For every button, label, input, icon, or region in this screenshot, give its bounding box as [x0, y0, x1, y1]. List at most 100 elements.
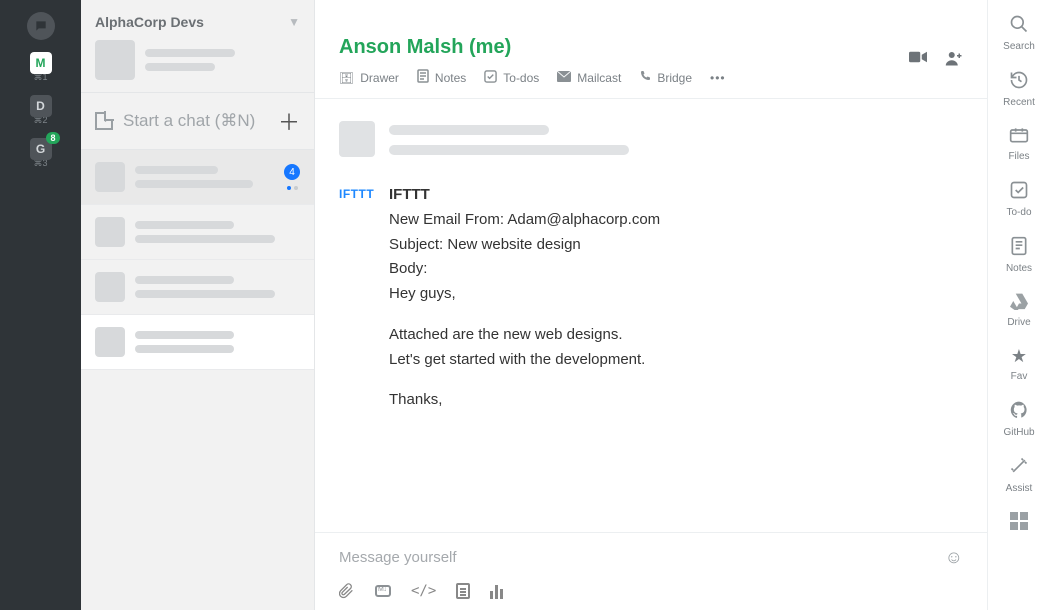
- message-ifttt: IFTTT IFTTT New Email From: Adam@alphaco…: [339, 183, 963, 413]
- rail-label: Files: [1008, 151, 1029, 162]
- tab-label: Bridge: [657, 71, 692, 85]
- notes-icon: [1010, 236, 1028, 259]
- tab-label: Notes: [435, 71, 466, 85]
- tab-mailcast[interactable]: Mailcast: [557, 71, 621, 85]
- workspace-switch-2[interactable]: D ⌘2: [30, 95, 52, 126]
- message-list: IFTTT IFTTT New Email From: Adam@alphaco…: [315, 99, 987, 532]
- start-chat-label: Start a chat (⌘N): [123, 111, 255, 131]
- conversation-header: Anson Malsh (me) 🗄 Drawer Notes: [315, 0, 987, 99]
- workspace-unread-badge: 8: [46, 132, 59, 144]
- rail-label: GitHub: [1003, 427, 1034, 438]
- star-icon: ★: [1011, 346, 1027, 367]
- app-bar: M ⌘1 D ⌘2 G 8 ⌘3: [0, 0, 81, 610]
- message-line: New Email From: Adam@alphacorp.com: [389, 208, 660, 233]
- rail-drive[interactable]: Drive: [1007, 292, 1030, 328]
- chat-list-item[interactable]: [81, 205, 314, 260]
- composer-input[interactable]: [339, 549, 838, 566]
- chat-list-item[interactable]: 4: [81, 150, 314, 205]
- avatar: [95, 217, 125, 247]
- emoji-picker-icon[interactable]: ☺: [945, 547, 963, 568]
- workspace-letter: G: [36, 142, 45, 156]
- rail-notes[interactable]: Notes: [1006, 236, 1032, 274]
- markdown-icon[interactable]: [375, 585, 391, 597]
- phone-icon: [639, 70, 651, 85]
- tab-bridge[interactable]: Bridge: [639, 70, 692, 85]
- unread-badge: 4: [284, 164, 300, 180]
- workspace-name: AlphaCorp Devs: [95, 14, 204, 30]
- tool-rail: Search Recent Files To-do Notes Drive ★ …: [987, 0, 1050, 610]
- drawer-icon: 🗄: [339, 71, 354, 85]
- magic-wand-icon: [1009, 456, 1029, 479]
- more-tabs-button[interactable]: •••: [710, 71, 726, 85]
- workspace-header[interactable]: AlphaCorp Devs ▼: [81, 0, 314, 36]
- tab-label: Mailcast: [577, 71, 621, 85]
- video-call-icon[interactable]: [909, 50, 927, 71]
- rail-label: Recent: [1003, 97, 1035, 108]
- rail-github[interactable]: GitHub: [1003, 400, 1034, 438]
- conversation-tabs: 🗄 Drawer Notes To-dos Mailcast: [339, 69, 963, 86]
- message-skeleton: [339, 121, 963, 157]
- poll-icon[interactable]: [490, 583, 503, 599]
- drive-icon: [1009, 292, 1029, 313]
- workspace-letter: M: [36, 56, 46, 70]
- app-logo-icon[interactable]: [27, 12, 55, 40]
- rail-label: Fav: [1011, 371, 1028, 382]
- document-icon[interactable]: [456, 583, 470, 599]
- message-body: IFTTT New Email From: Adam@alphacorp.com…: [389, 183, 660, 413]
- start-chat-button[interactable]: Start a chat (⌘N) ＋: [81, 93, 314, 150]
- message-sender: IFTTT: [389, 183, 660, 208]
- notes-icon: [417, 69, 429, 86]
- presence-dots-icon: [287, 186, 298, 190]
- github-icon: [1009, 400, 1029, 423]
- chat-list: 4: [81, 150, 314, 610]
- chevron-down-icon: ▼: [288, 15, 300, 29]
- todo-icon: [1009, 180, 1029, 203]
- tab-notes[interactable]: Notes: [417, 69, 466, 86]
- rail-recent[interactable]: Recent: [1003, 70, 1035, 108]
- rail-label: Assist: [1006, 483, 1033, 494]
- workspace-switch-3[interactable]: G 8 ⌘3: [30, 138, 52, 169]
- message-line: Subject: New website design: [389, 233, 660, 258]
- mail-icon: [557, 71, 571, 85]
- rail-label: Drive: [1007, 317, 1030, 328]
- avatar: [95, 327, 125, 357]
- plus-icon[interactable]: ＋: [278, 105, 300, 137]
- conversation-pane: Anson Malsh (me) 🗄 Drawer Notes: [315, 0, 987, 610]
- chat-list-item[interactable]: [81, 260, 314, 315]
- workspace-letter: D: [36, 99, 45, 113]
- chat-list-item[interactable]: [81, 315, 314, 370]
- message-line: Hey guys,: [389, 282, 660, 307]
- compose-icon: [95, 112, 113, 130]
- avatar: [95, 272, 125, 302]
- current-channel-preview: [81, 36, 314, 93]
- rail-apps-grid[interactable]: [1010, 512, 1028, 530]
- history-icon: [1009, 70, 1029, 93]
- message-line: Attached are the new web designs.: [389, 323, 660, 348]
- code-snippet-icon[interactable]: </>: [411, 583, 436, 599]
- files-icon: [1009, 126, 1029, 147]
- avatar: [339, 121, 375, 157]
- rail-label: To-do: [1006, 207, 1031, 218]
- apps-grid-icon: [1010, 512, 1028, 530]
- tab-label: Drawer: [360, 71, 399, 85]
- check-icon: [484, 70, 497, 86]
- tab-todos[interactable]: To-dos: [484, 70, 539, 86]
- rail-files[interactable]: Files: [1008, 126, 1029, 162]
- rail-assist[interactable]: Assist: [1006, 456, 1033, 494]
- tab-label: To-dos: [503, 71, 539, 85]
- chat-sidebar: AlphaCorp Devs ▼ Start a chat (⌘N) ＋ 4: [81, 0, 315, 610]
- workspace-switch-1[interactable]: M ⌘1: [30, 52, 52, 83]
- attachment-icon[interactable]: [339, 582, 355, 600]
- ifttt-logo-icon: IFTTT: [339, 183, 374, 201]
- add-user-icon[interactable]: [945, 50, 963, 71]
- rail-search[interactable]: Search: [1003, 14, 1035, 52]
- message-line: Let's get started with the development.: [389, 348, 660, 373]
- rail-fav[interactable]: ★ Fav: [1011, 346, 1028, 382]
- rail-todo[interactable]: To-do: [1006, 180, 1031, 218]
- message-line: Body:: [389, 257, 660, 282]
- message-line: Thanks,: [389, 388, 660, 413]
- conversation-title: Anson Malsh (me): [339, 36, 963, 59]
- avatar: [95, 162, 125, 192]
- tab-drawer[interactable]: 🗄 Drawer: [339, 71, 399, 85]
- avatar: [95, 40, 135, 80]
